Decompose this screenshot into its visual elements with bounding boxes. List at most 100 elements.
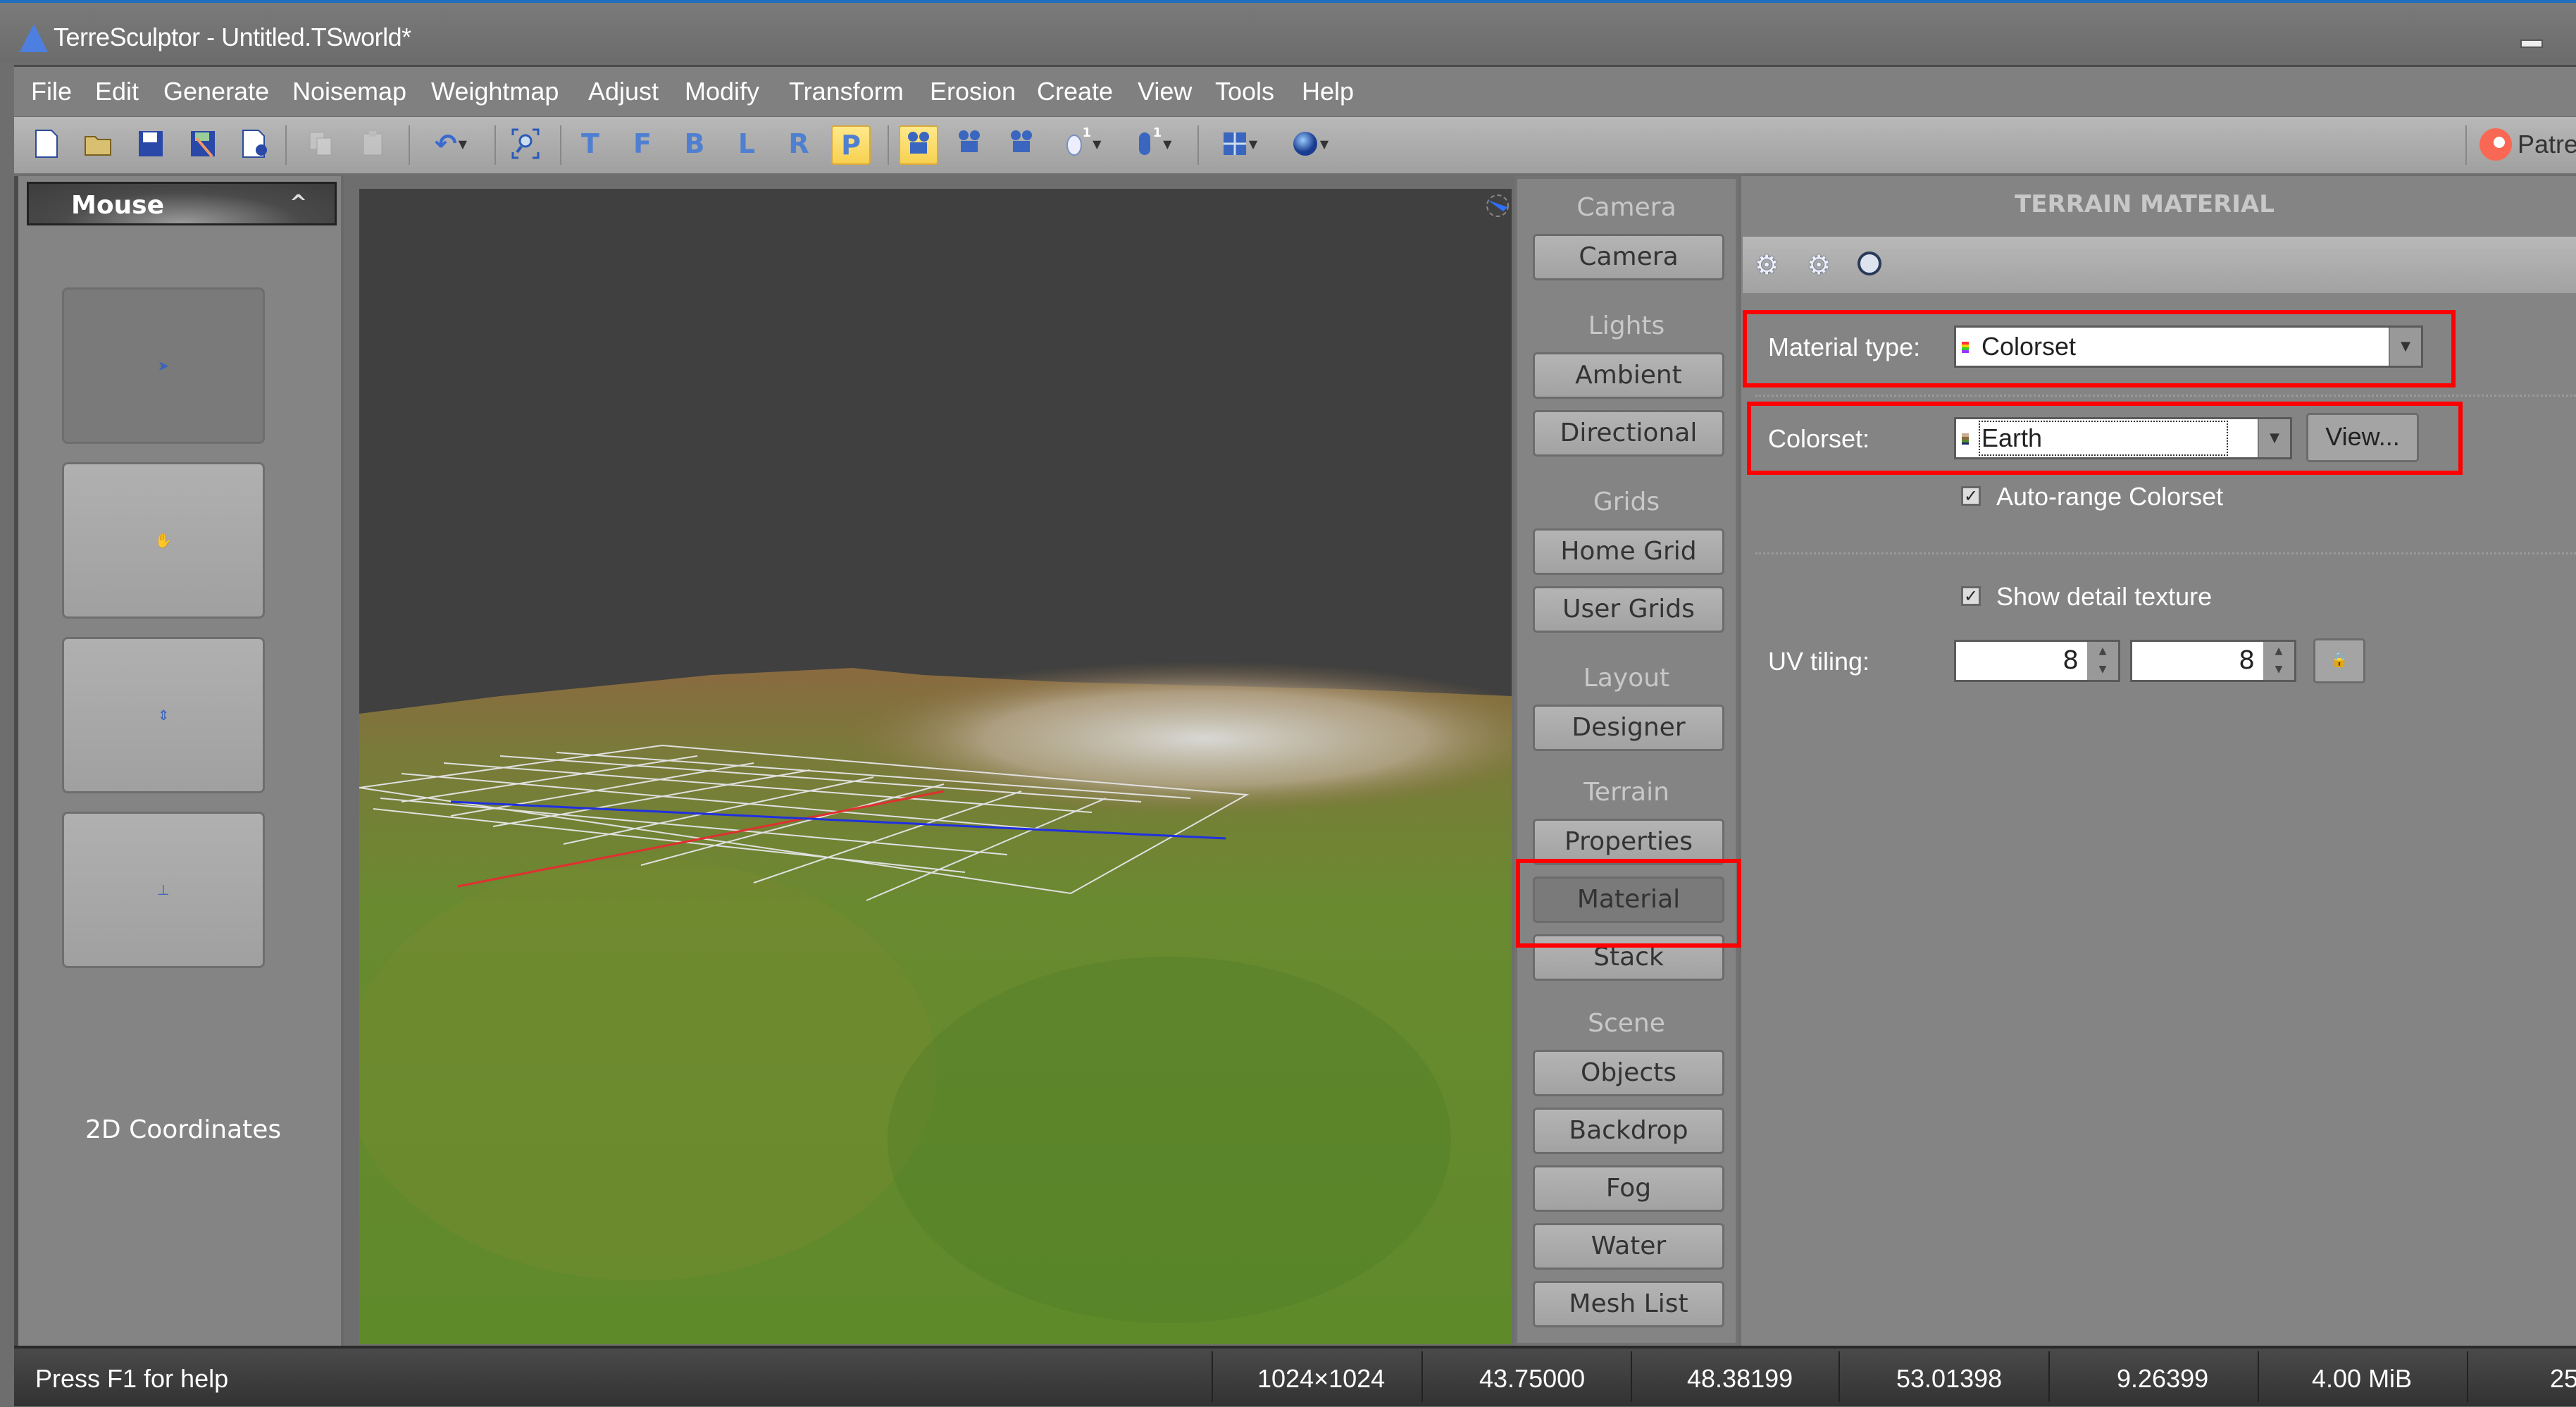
export-icon[interactable] xyxy=(237,125,273,162)
view-right-icon[interactable]: R xyxy=(780,125,817,162)
status-value-6: 25 xyxy=(2550,1364,2576,1393)
save-as-icon[interactable] xyxy=(185,125,221,162)
title-bar: TerreSculptor - Untitled.TSworld* xyxy=(0,0,2576,62)
scene-nav-panel: Camera Camera Lights Ambient Directional… xyxy=(1514,176,1738,1346)
new-file-icon[interactable] xyxy=(28,125,65,162)
mouse-mode-icon[interactable]: 1 ▼ xyxy=(1055,125,1112,162)
menu-generate[interactable]: Generate xyxy=(163,77,269,106)
patreon-button[interactable]: Patreon xyxy=(2479,128,2576,161)
divider xyxy=(1755,552,2576,554)
uv-v-value: 8 xyxy=(2239,646,2255,675)
nav-heading-layout: Layout xyxy=(1583,664,1670,693)
show-detail-texture-checkbox[interactable]: ✓ xyxy=(1961,586,1981,606)
patreon-label: Patreon xyxy=(2518,130,2576,159)
highlight-material-button xyxy=(1516,859,1741,948)
uv-tiling-u-input[interactable]: 8 ▲ ▼ xyxy=(1954,640,2120,682)
sphere-shading-icon[interactable]: ▼ xyxy=(1282,125,1338,162)
mouse-mode-pan[interactable]: ✋ xyxy=(62,462,265,619)
menu-view[interactable]: View xyxy=(1138,77,1192,106)
chevron-up-icon[interactable]: ^ xyxy=(290,191,307,216)
menu-transform[interactable]: Transform xyxy=(789,77,904,106)
nav-button-user-grids[interactable]: User Grids xyxy=(1533,586,1724,633)
menu-adjust[interactable]: Adjust xyxy=(588,77,659,106)
grid-layout-icon[interactable]: ▼ xyxy=(1212,125,1268,162)
reset-circle-icon[interactable] xyxy=(1854,249,1885,280)
menu-modify[interactable]: Modify xyxy=(685,77,759,106)
menu-noisemap[interactable]: Noisemap xyxy=(292,77,406,106)
divider xyxy=(1755,395,2576,397)
terrain-render xyxy=(359,194,1512,1344)
status-memory: 4.00 MiB xyxy=(2312,1364,2413,1393)
menu-weightmap[interactable]: Weightmap xyxy=(431,77,559,106)
nav-button-objects[interactable]: Objects xyxy=(1533,1050,1724,1096)
menu-bar: File Edit Generate Noisemap Weightmap Ad… xyxy=(14,65,2576,116)
import-gear-icon[interactable]: ⚙ xyxy=(1751,249,1782,280)
nav-button-camera[interactable]: Camera xyxy=(1533,234,1724,280)
nav-button-water[interactable]: Water xyxy=(1533,1223,1724,1270)
arrow-cursor-icon: ➤ xyxy=(157,357,170,374)
3d-viewport[interactable] xyxy=(359,189,1512,1344)
toolbar-separator xyxy=(285,125,287,165)
vertical-move-icon: ⇕ xyxy=(157,707,170,724)
view-left-icon[interactable]: L xyxy=(728,125,765,162)
toolbar-separator xyxy=(560,125,561,165)
nav-button-directional[interactable]: Directional xyxy=(1533,410,1724,457)
spin-arrows-icon[interactable]: ▲ ▼ xyxy=(2263,642,2294,680)
camera-orbit-icon[interactable] xyxy=(899,125,938,165)
uv-lock-button[interactable]: 🔒 xyxy=(2313,638,2365,683)
mouse-mode-vertical[interactable]: ⇕ xyxy=(62,637,265,793)
coordinates-label: 2D Coordinates xyxy=(85,1115,282,1144)
menu-help[interactable]: Help xyxy=(1302,77,1354,106)
patreon-icon xyxy=(2479,128,2512,161)
status-divider xyxy=(1421,1351,1423,1402)
nav-button-home-grid[interactable]: Home Grid xyxy=(1533,528,1724,575)
main-toolbar: ↶ ▼ T F B L R P 1 ▼ 1 ▼ ▼ ▼ xyxy=(14,117,2576,173)
mouse-mode-rotate[interactable]: ⊥ xyxy=(62,812,265,968)
status-divider xyxy=(1838,1351,1840,1402)
spin-arrows-icon[interactable]: ▲ ▼ xyxy=(2087,642,2118,680)
nav-button-fog[interactable]: Fog xyxy=(1533,1165,1724,1212)
status-resolution: 1024×1024 xyxy=(1257,1364,1386,1393)
nav-heading-camera: Camera xyxy=(1576,193,1676,222)
menu-erosion[interactable]: Erosion xyxy=(930,77,1016,106)
zoom-extents-icon[interactable] xyxy=(507,125,544,162)
view-back-icon[interactable]: B xyxy=(676,125,713,162)
nav-heading-grids: Grids xyxy=(1593,488,1660,516)
view-perspective-icon[interactable]: P xyxy=(831,125,871,165)
menu-edit[interactable]: Edit xyxy=(95,77,139,106)
nav-button-mesh-list[interactable]: Mesh List xyxy=(1533,1281,1724,1327)
undo-icon[interactable]: ↶ ▼ xyxy=(423,125,479,162)
camera-fly-icon[interactable] xyxy=(951,125,988,162)
export-gear-icon[interactable]: ⚙ xyxy=(1803,249,1834,280)
hand-pan-icon: ✋ xyxy=(154,532,173,549)
mouse-panel-header[interactable]: Mouse ^ xyxy=(27,182,337,225)
uv-u-value: 8 xyxy=(2062,646,2079,675)
mouse-mode-select[interactable]: ➤ xyxy=(62,287,265,444)
save-icon[interactable] xyxy=(132,125,169,162)
nav-button-designer[interactable]: Designer xyxy=(1533,705,1724,751)
highlight-colorset xyxy=(1747,402,2463,475)
uv-tiling-v-input[interactable]: 8 ▲ ▼ xyxy=(2130,640,2296,682)
show-detail-texture-label: Show detail texture xyxy=(1996,582,2213,611)
auto-range-checkbox[interactable]: ✓ xyxy=(1961,486,1981,506)
status-value-4: 9.26399 xyxy=(2117,1364,2209,1393)
gamepad-mode-icon[interactable]: 1 ▼ xyxy=(1126,125,1182,162)
status-value-3: 53.01398 xyxy=(1896,1364,2003,1393)
menu-file[interactable]: File xyxy=(31,77,72,106)
axis-rotate-icon: ⊥ xyxy=(157,881,170,898)
menu-tools[interactable]: Tools xyxy=(1215,77,1274,106)
compass-icon xyxy=(1486,194,1509,217)
status-bar: Press F1 for help 1024×1024 43.75000 48.… xyxy=(14,1346,2576,1406)
highlight-material-type xyxy=(1743,310,2456,388)
camera-walk-icon[interactable] xyxy=(1003,125,1040,162)
copy-icon[interactable] xyxy=(303,125,340,162)
open-folder-icon[interactable] xyxy=(80,125,117,162)
view-top-icon[interactable]: T xyxy=(572,125,609,162)
minimize-button[interactable] xyxy=(2520,39,2543,48)
nav-button-backdrop[interactable]: Backdrop xyxy=(1533,1108,1724,1154)
view-front-icon[interactable]: F xyxy=(624,125,661,162)
paste-icon[interactable] xyxy=(355,125,392,162)
status-value-2: 48.38199 xyxy=(1687,1364,1793,1393)
menu-create[interactable]: Create xyxy=(1037,77,1113,106)
nav-button-ambient[interactable]: Ambient xyxy=(1533,352,1724,399)
